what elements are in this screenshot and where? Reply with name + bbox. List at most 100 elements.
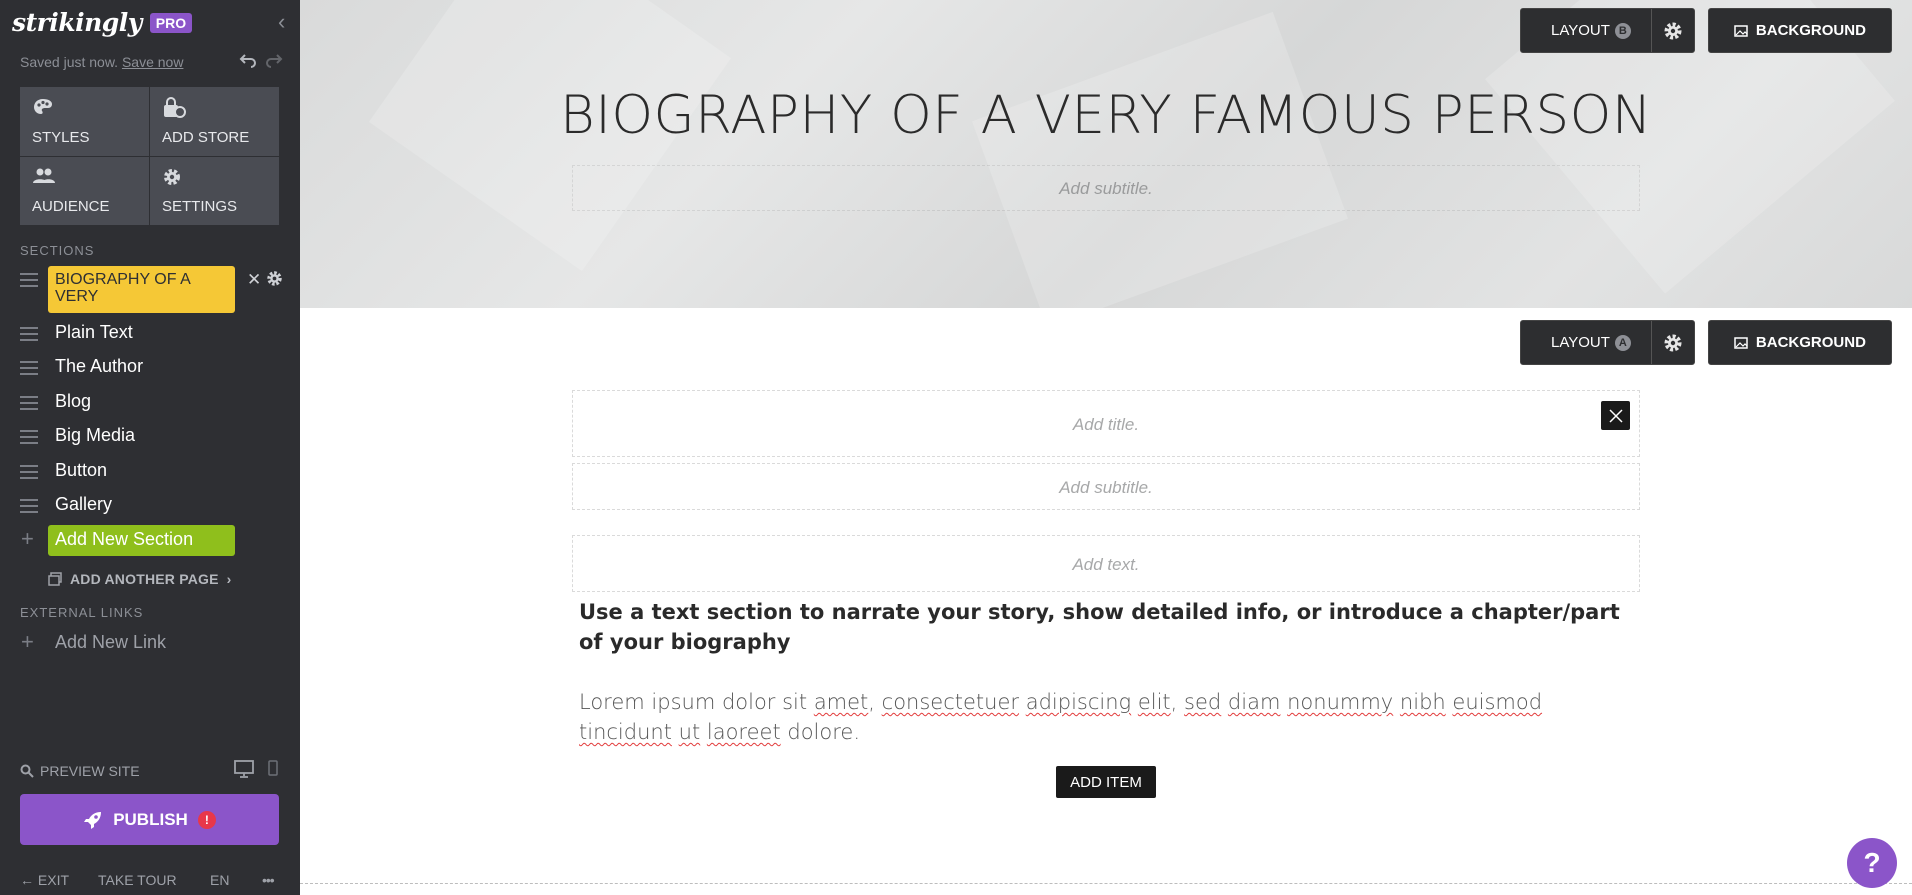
drag-handle-icon[interactable] — [20, 273, 38, 287]
sidebar-footer: ← EXIT TAKE TOUR EN ••• — [0, 872, 300, 892]
body-text-run: , — [868, 690, 882, 714]
layout-button[interactable]: LAYOUT B — [1520, 8, 1695, 53]
save-now-link[interactable]: Save now — [122, 54, 183, 70]
palette-icon — [34, 99, 52, 114]
tool-grid: STYLES ADD STORE AUDIENCE SETTINGS — [20, 87, 279, 225]
text-placeholder[interactable]: Add text. — [572, 535, 1640, 592]
body-text-run — [700, 720, 707, 744]
hero-subtitle-placeholder[interactable]: Add subtitle. — [572, 165, 1640, 211]
layout-label: LAYOUT B — [1521, 9, 1652, 52]
drag-handle-icon[interactable] — [20, 430, 38, 444]
undo-icon[interactable] — [238, 50, 258, 70]
misspelled-word: laoreet — [706, 720, 781, 744]
sections-heading: SECTIONS — [20, 243, 95, 258]
section-toolbar: LAYOUT A BACKGROUND — [1520, 320, 1892, 365]
redo-icon[interactable] — [264, 50, 284, 70]
styles-button[interactable]: STYLES — [20, 87, 149, 156]
page-title[interactable]: BIOGRAPHY OF A VERY FAMOUS PERSON — [300, 85, 1912, 146]
close-icon[interactable]: ✕ — [247, 270, 261, 290]
sidebar-item-biography[interactable]: BIOGRAPHY OF A VERY — [48, 266, 235, 313]
misspelled-word: consectetuer — [881, 690, 1020, 714]
layout-text: LAYOUT — [1551, 334, 1610, 351]
sidebar-item-plain-text[interactable]: Plain Text — [0, 315, 300, 349]
preview-site-button[interactable]: PREVIEW SITE — [20, 763, 140, 779]
settings-label: SETTINGS — [162, 198, 238, 215]
add-new-link-button[interactable]: Add New Link — [55, 632, 166, 653]
body-text-run: dolore. — [780, 720, 860, 744]
sidebar-item-blog[interactable]: Blog — [0, 384, 300, 418]
exit-button[interactable]: ← EXIT — [20, 872, 69, 888]
misspelled-word: elit — [1137, 690, 1171, 714]
drag-handle-icon[interactable] — [20, 465, 38, 479]
search-icon — [20, 764, 34, 778]
drag-handle-icon[interactable] — [20, 396, 38, 410]
audience-label: AUDIENCE — [32, 198, 110, 215]
subtitle-placeholder[interactable]: Add subtitle. — [572, 463, 1640, 510]
add-store-label: ADD STORE — [162, 128, 250, 146]
image-icon — [1734, 336, 1748, 349]
external-links-heading: EXTERNAL LINKS — [20, 605, 144, 620]
add-item-button[interactable]: ADD ITEM — [1056, 766, 1156, 798]
editor-sidebar: strikingly PRO ‹ Saved just now. Save no… — [0, 0, 300, 895]
body-text-run: , — [1170, 690, 1185, 714]
background-button[interactable]: BACKGROUND — [1707, 320, 1892, 365]
publish-button[interactable]: PUBLISH ! — [20, 794, 279, 845]
body-text-run — [1131, 690, 1138, 714]
hero-section: LAYOUT B BACKGROUND BIOGRAPHY OF A VERY … — [300, 0, 1912, 308]
arrow-left-icon: ← — [20, 872, 34, 888]
people-icon — [33, 168, 55, 183]
drag-handle-icon[interactable] — [20, 327, 38, 341]
gear-icon[interactable] — [1652, 9, 1694, 52]
sidebar-item-big-media[interactable]: Big Media — [0, 418, 300, 452]
background-button[interactable]: BACKGROUND — [1707, 8, 1892, 53]
mobile-icon[interactable] — [268, 760, 278, 776]
layout-label: LAYOUT A — [1521, 321, 1652, 364]
misspelled-word: tincidunt — [579, 720, 672, 744]
add-new-section-button[interactable]: Add New Section — [48, 525, 235, 556]
section-heading[interactable]: Use a text section to narrate your story… — [579, 597, 1639, 657]
drag-handle-icon[interactable] — [20, 361, 38, 375]
background-label: BACKGROUND — [1755, 22, 1866, 39]
plus-icon: + — [21, 526, 34, 551]
audience-button[interactable]: AUDIENCE — [20, 156, 149, 225]
misspelled-word: adipiscing — [1025, 690, 1132, 714]
take-tour-button[interactable]: TAKE TOUR — [98, 872, 177, 888]
layout-button[interactable]: LAYOUT A — [1520, 320, 1695, 365]
pro-badge: PRO — [149, 12, 193, 33]
sidebar-item-gallery[interactable]: Gallery — [0, 487, 300, 521]
gear-icon — [164, 168, 180, 185]
layout-variant-badge: A — [1614, 334, 1631, 351]
brand: strikingly PRO — [12, 8, 193, 37]
gear-icon[interactable] — [266, 270, 283, 287]
strikingly-logo[interactable]: strikingly — [12, 8, 142, 37]
misspelled-word: ut — [678, 720, 701, 744]
background-facet — [972, 11, 1348, 308]
sidebar-item-the-author[interactable]: The Author — [0, 349, 300, 383]
hero-toolbar: LAYOUT B BACKGROUND — [1520, 8, 1892, 53]
close-icon[interactable] — [1601, 401, 1630, 430]
plus-icon: + — [21, 629, 34, 654]
chevron-right-icon: › — [226, 571, 232, 587]
section-body-text[interactable]: Lorem ipsum dolor sit amet, consectetuer… — [579, 687, 1639, 747]
misspelled-word: diam — [1227, 690, 1281, 714]
sidebar-item-button[interactable]: Button — [0, 453, 300, 487]
settings-button[interactable]: SETTINGS — [150, 156, 279, 225]
help-button[interactable]: ? — [1847, 838, 1897, 888]
add-another-page-button[interactable]: ADD ANOTHER PAGE › — [48, 571, 232, 587]
title-placeholder[interactable]: Add title. — [572, 390, 1640, 457]
section-label: The Author — [55, 355, 144, 376]
text-section: LAYOUT A BACKGROUND Add title. Add subti… — [300, 308, 1912, 895]
misspelled-word: nibh — [1399, 690, 1446, 714]
desktop-icon[interactable] — [234, 760, 254, 778]
drag-handle-icon[interactable] — [20, 499, 38, 513]
misspelled-word: nonummy — [1287, 690, 1394, 714]
layout-text: LAYOUT — [1551, 22, 1610, 39]
body-text-run — [1393, 690, 1400, 714]
more-options-icon[interactable]: ••• — [262, 872, 275, 888]
section-label: Plain Text — [55, 321, 133, 342]
collapse-sidebar-icon[interactable]: ‹ — [278, 11, 294, 33]
gear-icon[interactable] — [1652, 321, 1694, 364]
add-store-button[interactable]: ADD STORE — [150, 87, 279, 156]
language-selector[interactable]: EN — [210, 872, 229, 888]
body-text-run: Lorem ipsum dolor sit — [579, 690, 814, 714]
